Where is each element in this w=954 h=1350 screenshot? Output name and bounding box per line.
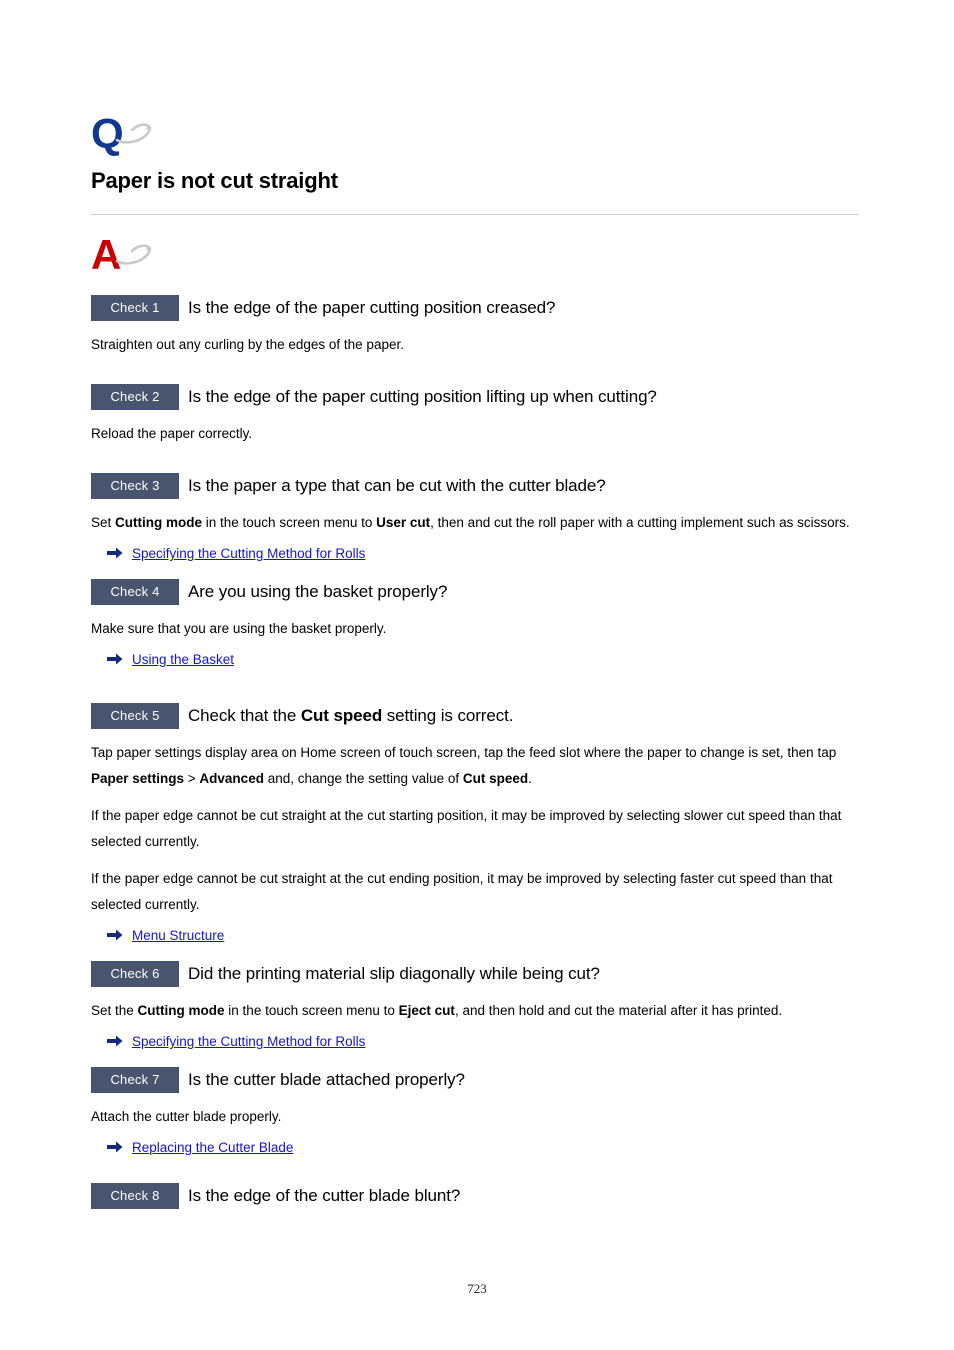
check-badge-2: Check 2 [91, 384, 179, 410]
bold-term-cut-speed: Cut speed [300, 706, 383, 725]
check-block-2: Check 2 Is the edge of the paper cutting… [91, 384, 859, 447]
check-block-7: Check 7 Is the cutter blade attached pro… [91, 1067, 859, 1157]
text-run: Set the [91, 1003, 138, 1018]
text-run: , then and cut the roll paper with a cut… [430, 515, 850, 530]
bold-term-paper-settings: Paper settings [91, 771, 185, 786]
title-divider [91, 214, 859, 215]
check-heading-7: Check 7 Is the cutter blade attached pro… [91, 1067, 859, 1093]
text-run: Tap paper settings display area on Home … [91, 745, 837, 760]
check-title-5: Check that the Cut speed setting is corr… [188, 705, 513, 727]
check-badge-4: Check 4 [91, 579, 179, 605]
check-title-3: Is the paper a type that can be cut with… [188, 476, 606, 495]
check-title-4: Are you using the basket properly? [188, 582, 448, 601]
check-4-paragraph: Make sure that you are using the basket … [91, 621, 387, 636]
check-block-5: Check 5 Check that the Cut speed setting… [91, 703, 859, 945]
link-menu-structure[interactable]: Menu Structure [132, 927, 224, 945]
page-number: 723 [467, 1281, 487, 1296]
check-heading-3: Check 3 Is the paper a type that can be … [91, 473, 859, 499]
check-3-paragraph: Set Cutting mode in the touch screen men… [91, 510, 859, 536]
check-block-3: Check 3 Is the paper a type that can be … [91, 473, 859, 563]
link-replacing-the-cutter-blade[interactable]: Replacing the Cutter Blade [132, 1139, 293, 1157]
check-block-4: Check 4 Are you using the basket properl… [91, 579, 859, 669]
check-heading-1: Check 1 Is the edge of the paper cutting… [91, 295, 859, 321]
link-row[interactable]: Replacing the Cutter Blade [107, 1139, 859, 1157]
check-5-paragraph-2: If the paper edge cannot be cut straight… [91, 808, 842, 849]
bold-term-advanced: Advanced [199, 771, 264, 786]
bold-term-eject-cut: Eject cut [398, 1003, 455, 1018]
bold-term-cutting-mode: Cutting mode [137, 1003, 225, 1018]
link-row[interactable]: Specifying the Cutting Method for Rolls [107, 545, 859, 563]
text-run: Set [91, 515, 116, 530]
check-heading-4: Check 4 Are you using the basket properl… [91, 579, 859, 605]
check-5-paragraph-1: Tap paper settings display area on Home … [91, 740, 859, 792]
page-title: Paper is not cut straight [91, 168, 338, 193]
check-title-8: Is the edge of the cutter blade blunt? [188, 1186, 461, 1205]
swoosh-decoration-icon [115, 123, 152, 144]
arrow-right-icon [107, 653, 123, 665]
text-run: and, change the setting value of [263, 771, 463, 786]
document-page: Q Paper is not cut straight A Check 1 Is… [0, 0, 954, 1350]
text-run: , and then hold and cut the material aft… [454, 1003, 783, 1018]
check-badge-1: Check 1 [91, 295, 179, 321]
link-row[interactable]: Specifying the Cutting Method for Rolls [107, 1033, 859, 1051]
check-5-paragraph-3: If the paper edge cannot be cut straight… [91, 871, 833, 912]
text-run: in the touch screen menu to [224, 1003, 399, 1018]
text-run: setting is correct. [382, 706, 514, 725]
question-mark-icon: Q [91, 112, 155, 158]
check-badge-5: Check 5 [91, 703, 179, 729]
check-badge-8: Check 8 [91, 1183, 179, 1209]
link-row[interactable]: Using the Basket [107, 651, 859, 669]
check-heading-6: Check 6 Did the printing material slip d… [91, 961, 859, 987]
check-title-1: Is the edge of the paper cutting positio… [188, 298, 556, 317]
check-2-paragraph: Reload the paper correctly. [91, 426, 253, 441]
link-using-the-basket[interactable]: Using the Basket [132, 651, 234, 669]
check-badge-6: Check 6 [91, 961, 179, 987]
check-title-6: Did the printing material slip diagonall… [188, 964, 600, 983]
answer-mark-icon: A [91, 233, 155, 279]
bold-term-cut-speed: Cut speed [462, 771, 529, 786]
bold-term-cutting-mode: Cutting mode [115, 515, 203, 530]
check-heading-2: Check 2 Is the edge of the paper cutting… [91, 384, 859, 410]
check-block-8: Check 8 Is the edge of the cutter blade … [91, 1183, 859, 1209]
link-row[interactable]: Menu Structure [107, 927, 859, 945]
text-run: > [184, 771, 200, 786]
check-1-paragraph: Straighten out any curling by the edges … [91, 337, 404, 352]
check-block-1: Check 1 Is the edge of the paper cutting… [91, 295, 859, 358]
swoosh-decoration-icon [115, 244, 152, 265]
link-specifying-the-cutting-method-for-rolls[interactable]: Specifying the Cutting Method for Rolls [132, 545, 365, 563]
text-run: in the touch screen menu to [202, 515, 377, 530]
check-heading-5: Check 5 Check that the Cut speed setting… [91, 703, 859, 729]
page-content: Q Paper is not cut straight A Check 1 Is… [91, 0, 859, 1209]
check-badge-7: Check 7 [91, 1067, 179, 1093]
arrow-right-icon [107, 1141, 123, 1153]
arrow-right-icon [107, 929, 123, 941]
text-run: Check that the [188, 706, 301, 725]
text-run: . [528, 771, 532, 786]
check-6-paragraph: Set the Cutting mode in the touch screen… [91, 998, 859, 1024]
link-specifying-the-cutting-method-for-rolls[interactable]: Specifying the Cutting Method for Rolls [132, 1033, 365, 1051]
arrow-right-icon [107, 1035, 123, 1047]
check-heading-8: Check 8 Is the edge of the cutter blade … [91, 1183, 859, 1209]
check-title-7: Is the cutter blade attached properly? [188, 1070, 465, 1089]
check-title-2: Is the edge of the paper cutting positio… [188, 387, 657, 406]
arrow-right-icon [107, 547, 123, 559]
bold-term-user-cut: User cut [376, 515, 431, 530]
check-7-paragraph: Attach the cutter blade properly. [91, 1109, 282, 1124]
check-badge-3: Check 3 [91, 473, 179, 499]
check-block-6: Check 6 Did the printing material slip d… [91, 961, 859, 1051]
